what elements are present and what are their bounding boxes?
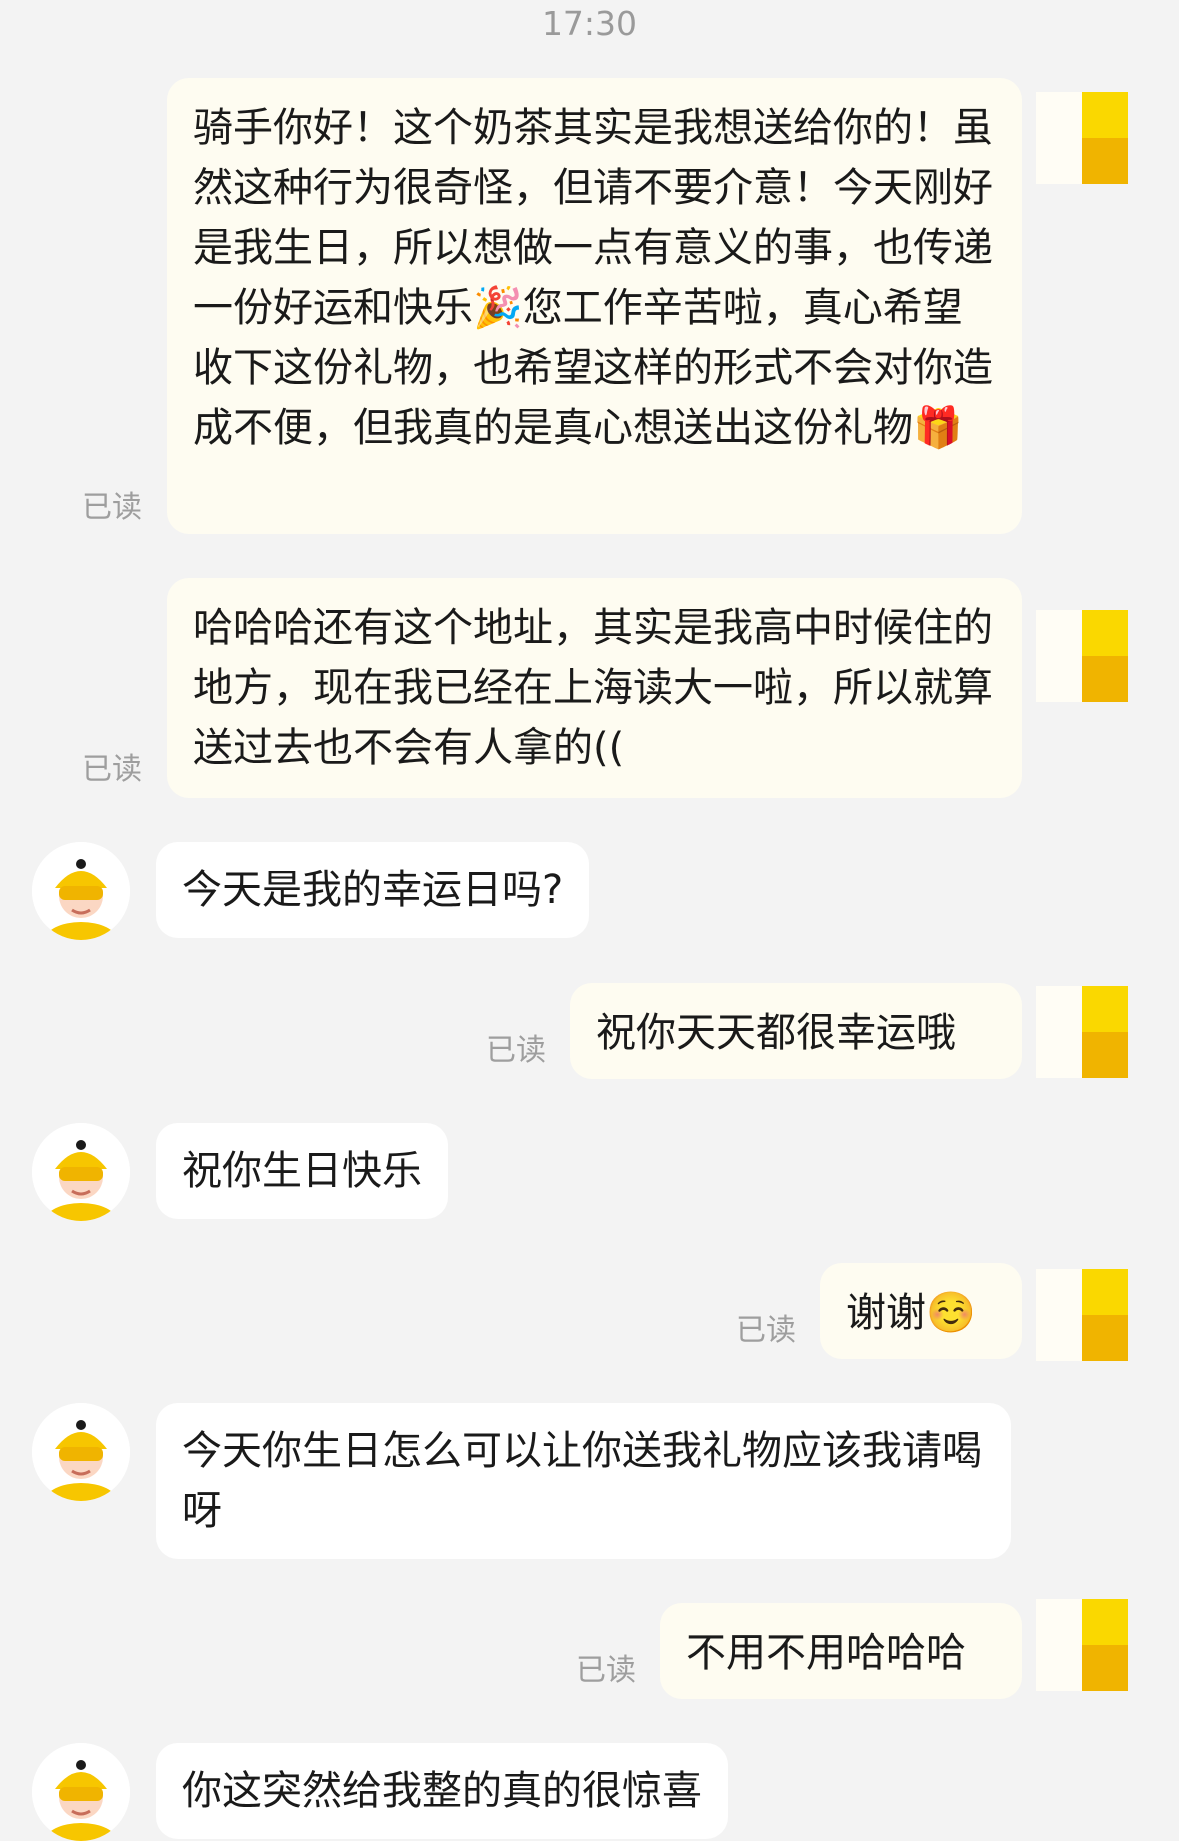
read-status: 已读 (82, 490, 142, 525)
self-avatar[interactable] (1036, 1599, 1128, 1691)
rider-avatar-icon[interactable] (32, 1743, 130, 1841)
self-avatar[interactable] (1036, 986, 1128, 1078)
message-bubble[interactable]: 祝你天天都很幸运哦 (570, 983, 1022, 1079)
read-status: 已读 (82, 752, 142, 787)
read-status: 已读 (576, 1653, 636, 1688)
message-timestamp: 17:30 (541, 4, 638, 43)
message-bubble[interactable]: 骑手你好！这个奶茶其实是我想送给你的！虽然这种行为很奇怪，但请不要介意！今天刚好… (167, 78, 1022, 534)
read-status: 已读 (486, 1033, 546, 1068)
message-bubble[interactable]: 不用不用哈哈哈 (660, 1603, 1022, 1699)
message-bubble[interactable]: 哈哈哈还有这个地址，其实是我高中时候住的地方，现在我已经在上海读大一啦，所以就算… (167, 578, 1022, 798)
rider-avatar-icon[interactable] (32, 842, 130, 940)
self-avatar[interactable] (1036, 610, 1128, 702)
rider-avatar-icon[interactable] (32, 1403, 130, 1501)
message-bubble[interactable]: 祝你生日快乐 (156, 1123, 448, 1219)
self-avatar[interactable] (1036, 1269, 1128, 1361)
message-bubble[interactable]: 谢谢☺️ (820, 1263, 1022, 1359)
self-avatar[interactable] (1036, 92, 1128, 184)
message-bubble[interactable]: 今天你生日怎么可以让你送我礼物应该我请喝呀 (156, 1403, 1011, 1559)
rider-avatar-icon[interactable] (32, 1123, 130, 1221)
message-bubble[interactable]: 今天是我的幸运日吗? (156, 842, 590, 938)
message-bubble[interactable]: 你这突然给我整的真的很惊喜 (156, 1743, 728, 1839)
read-status: 已读 (736, 1313, 796, 1348)
